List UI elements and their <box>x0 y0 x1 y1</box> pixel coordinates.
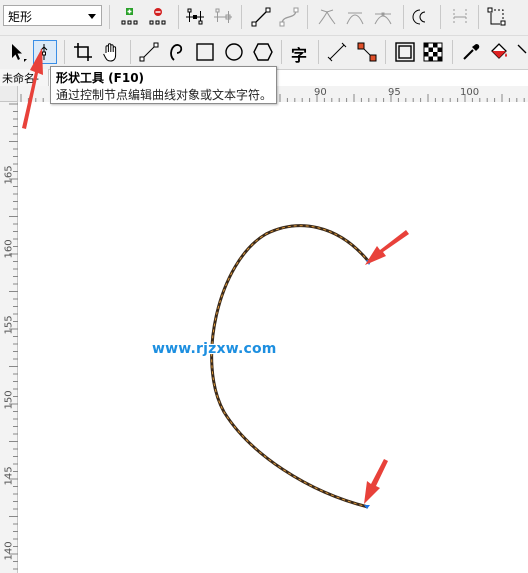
rectangle-tool-icon <box>196 43 214 61</box>
toolbar-separator <box>385 40 386 64</box>
ruler-label: 100 <box>460 87 480 98</box>
to-curve-button[interactable] <box>278 6 300 28</box>
delete-node-icon <box>149 8 166 25</box>
vertical-ruler[interactable]: 165 160 155 150 145 140 <box>0 102 18 573</box>
polygon-tool-button[interactable] <box>252 41 274 63</box>
ruler-label: 150 <box>3 390 15 410</box>
pan-tool-icon <box>103 43 117 62</box>
ruler-label: 95 <box>388 87 401 98</box>
ruler-label: 155 <box>3 315 15 335</box>
pick-tool-icon <box>12 44 27 62</box>
parallel-dimension-icon <box>327 42 347 62</box>
document-tab-label: 未命名- <box>2 72 39 85</box>
transparency-button[interactable] <box>422 41 444 63</box>
connector-tool-button[interactable] <box>356 41 378 63</box>
curve-drawing <box>210 224 372 509</box>
ruler-origin[interactable] <box>0 86 18 102</box>
shape-tool-icon <box>40 44 48 60</box>
fill-tool-icon-partial <box>517 44 527 54</box>
drawing-canvas[interactable] <box>18 102 528 573</box>
smooth-node-icon <box>346 12 364 25</box>
artistic-media-icon <box>170 44 183 61</box>
more-tools-button[interactable] <box>516 41 528 63</box>
tooltip-title: 形状工具 (F10) <box>56 71 145 85</box>
rectangle-tool-button[interactable] <box>194 41 216 63</box>
ellipse-tool-icon <box>225 43 243 61</box>
transparency-icon <box>423 42 443 62</box>
to-line-icon <box>251 7 271 27</box>
ruler-label: 145 <box>3 466 15 486</box>
document-tab[interactable]: 未命名- <box>0 69 49 86</box>
start-node <box>366 260 372 265</box>
toolbar-separator <box>64 40 65 64</box>
close-curve-icon <box>487 7 506 26</box>
symmetric-node-button[interactable] <box>372 6 394 28</box>
shape-tool-button[interactable] <box>33 40 57 64</box>
text-tool-button[interactable]: 字 <box>289 41 311 65</box>
drop-shadow-icon <box>395 42 415 62</box>
reverse-direction-icon <box>412 9 426 25</box>
close-curve-button[interactable] <box>486 6 508 28</box>
pick-tool-button[interactable] <box>6 41 28 63</box>
ruler-label: 90 <box>314 87 327 98</box>
toolbar-separator <box>440 5 441 29</box>
object-type-value: 矩形 <box>8 10 33 24</box>
eyedropper-icon <box>463 44 480 60</box>
extract-subpath-icon <box>453 9 467 25</box>
eyedropper-button[interactable] <box>460 41 482 63</box>
toolbar-separator <box>307 5 308 29</box>
ruler-label: 165 <box>3 165 15 185</box>
crop-tool-button[interactable] <box>72 41 94 63</box>
text-tool-icon: 字 <box>291 46 308 65</box>
join-nodes-icon <box>186 8 204 25</box>
connector-tool-icon <box>357 42 377 62</box>
toolbar-separator <box>452 40 453 64</box>
smooth-node-button[interactable] <box>344 6 366 28</box>
object-type-dropdown[interactable]: 矩形 <box>3 5 102 26</box>
extract-subpath-button[interactable] <box>449 6 471 28</box>
toolbar-separator <box>130 40 131 64</box>
artistic-media-button[interactable] <box>166 41 188 63</box>
symmetric-node-icon <box>374 12 392 25</box>
join-nodes-button[interactable] <box>184 6 206 28</box>
parallel-dimension-button[interactable] <box>326 41 348 63</box>
break-curve-button[interactable] <box>212 6 234 28</box>
fill-tool-button[interactable] <box>488 41 510 63</box>
toolbar-separator <box>281 40 282 64</box>
delete-node-button[interactable] <box>147 6 169 28</box>
polygon-tool-icon <box>253 43 273 61</box>
tooltip-description: 通过控制节点编辑曲线对象或文本字符。 <box>56 88 273 102</box>
freehand-tool-button[interactable] <box>138 41 160 63</box>
to-curve-icon <box>279 7 299 27</box>
toolbar-separator <box>109 5 110 29</box>
toolbar-separator <box>478 5 479 29</box>
cusp-node-button[interactable] <box>316 6 338 28</box>
toolbar-separator <box>241 5 242 29</box>
ruler-label: 140 <box>3 541 15 561</box>
property-bar: 矩形 <box>0 0 528 36</box>
toolbar-separator <box>318 40 319 64</box>
ruler-label: 160 <box>3 239 15 259</box>
break-curve-icon <box>214 8 232 23</box>
add-node-icon <box>121 8 138 25</box>
selected-curve <box>210 224 371 509</box>
drop-shadow-button[interactable] <box>394 41 416 63</box>
to-line-button[interactable] <box>250 6 272 28</box>
pan-tool-button[interactable] <box>100 41 122 63</box>
fill-tool-icon <box>491 43 507 59</box>
reverse-direction-button[interactable] <box>410 6 432 28</box>
chevron-down-icon <box>88 14 96 19</box>
freehand-tool-icon <box>139 42 159 62</box>
watermark: www.rjzxw.com <box>152 341 277 357</box>
ellipse-tool-button[interactable] <box>223 41 245 63</box>
crop-tool-icon <box>74 43 92 61</box>
toolbar-separator <box>403 5 404 29</box>
cusp-node-icon <box>318 9 336 25</box>
toolbox: 字 <box>0 36 528 70</box>
tooltip: 形状工具 (F10) 通过控制节点编辑曲线对象或文本字符。 <box>50 66 277 104</box>
toolbar-separator <box>178 5 179 29</box>
add-node-button[interactable] <box>119 6 141 28</box>
